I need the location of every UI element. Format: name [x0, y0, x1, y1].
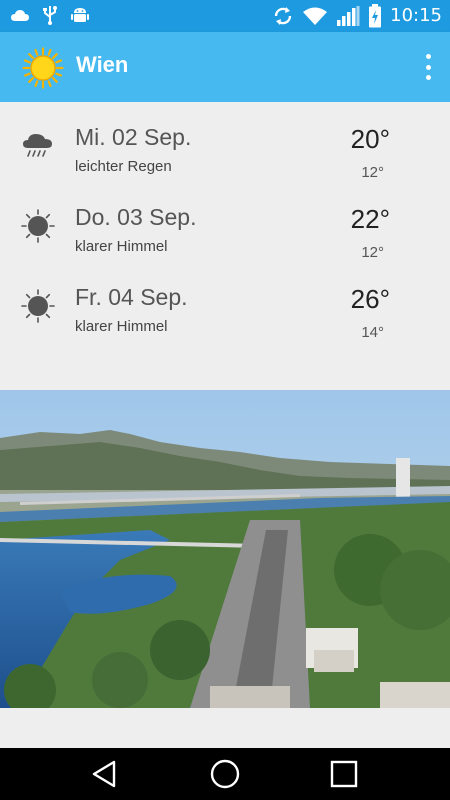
sun-icon	[21, 289, 55, 323]
overflow-menu-icon[interactable]	[420, 52, 436, 82]
forecast-high: 22°	[350, 204, 390, 234]
signal-icon	[337, 6, 360, 26]
bottom-spacer	[0, 708, 450, 748]
forecast-row[interactable]: Do. 03 Sep. klarer Himmel 22° 12°	[0, 194, 450, 274]
forecast-low: 14°	[361, 324, 384, 341]
city-title: Wien	[76, 52, 129, 77]
forecast-description: klarer Himmel	[75, 318, 168, 335]
forecast-description: leichter Regen	[75, 158, 172, 175]
forecast-low: 12°	[361, 244, 384, 261]
forecast-day: Do. 03 Sep.	[75, 204, 197, 230]
forecast-low: 12°	[361, 164, 384, 181]
forecast-high: 26°	[350, 284, 390, 314]
status-time: 10:15	[390, 5, 442, 26]
forecast-day: Mi. 02 Sep.	[75, 124, 192, 150]
forecast-day: Fr. 04 Sep.	[75, 284, 188, 310]
app-bar: Wien	[0, 32, 450, 102]
recents-icon[interactable]	[324, 756, 364, 792]
rain-cloud-icon	[23, 134, 52, 157]
forecast-high: 20°	[350, 124, 390, 154]
forecast-row[interactable]: Mi. 02 Sep. leichter Regen 20° 12°	[0, 114, 450, 194]
back-icon[interactable]	[85, 756, 125, 792]
wifi-icon	[303, 7, 328, 25]
home-icon[interactable]	[205, 756, 245, 792]
sync-icon	[274, 7, 292, 25]
forecast-row[interactable]: Fr. 04 Sep. klarer Himmel 26° 14°	[0, 274, 450, 354]
city-photo	[0, 390, 450, 708]
system-icons: 10:15	[272, 4, 442, 28]
usb-icon	[43, 6, 57, 25]
notification-icons	[10, 5, 90, 25]
sun-icon	[22, 47, 64, 89]
cloud-icon	[11, 10, 29, 21]
sun-icon	[21, 209, 55, 243]
battery-charging-icon	[369, 4, 382, 28]
android-icon	[71, 8, 89, 22]
status-bar: 10:15	[0, 0, 450, 32]
navigation-bar	[0, 748, 450, 800]
forecast-list: Mi. 02 Sep. leichter Regen 20° 12° Do. 0…	[0, 102, 450, 390]
forecast-description: klarer Himmel	[75, 238, 168, 255]
